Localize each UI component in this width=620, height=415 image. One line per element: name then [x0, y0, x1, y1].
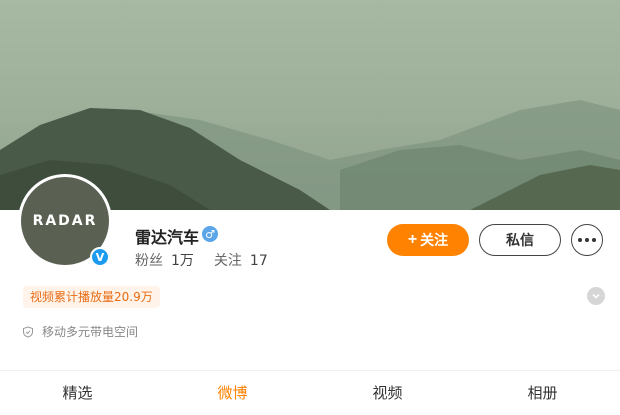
following-stat[interactable]: 关注 17	[214, 253, 268, 269]
dot-icon	[578, 238, 582, 242]
mountain-landscape	[0, 100, 620, 210]
profile-description: 移动多元带电空间	[22, 323, 138, 340]
radar-logo: RADAR	[32, 213, 98, 229]
more-options-button[interactable]	[571, 224, 603, 256]
tab-albums[interactable]: 相册	[465, 371, 620, 407]
fans-count: 1万	[171, 253, 194, 269]
following-label: 关注	[213, 253, 242, 269]
profile-stats: 粉丝 1万 关注 17	[135, 250, 268, 270]
dot-icon	[592, 238, 596, 242]
chevron-down-icon[interactable]	[587, 287, 605, 305]
male-icon: ♂	[202, 226, 218, 242]
profile-banner	[0, 0, 620, 210]
fans-stat[interactable]: 粉丝 1万	[135, 253, 194, 269]
profile-name: 雷达汽车	[135, 228, 200, 247]
video-play-count-badge: 视频累计播放量20.9万	[23, 286, 160, 308]
follow-button[interactable]: + 关注	[387, 224, 469, 256]
description-text: 移动多元带电空间	[42, 325, 139, 339]
profile-tabs: 精选 微博 视频 相册	[0, 370, 620, 407]
tab-featured[interactable]: 精选	[0, 371, 155, 407]
shield-icon	[23, 325, 33, 338]
tab-weibo[interactable]: 微博	[155, 371, 310, 407]
fans-label: 粉丝	[135, 253, 163, 269]
verified-icon: V	[90, 247, 110, 267]
tab-videos[interactable]: 视频	[310, 371, 465, 407]
message-button[interactable]: 私信	[479, 224, 561, 256]
following-count: 17	[249, 253, 268, 269]
plus-icon: +	[407, 231, 418, 248]
follow-label: 关注	[420, 232, 449, 248]
dot-icon	[585, 238, 589, 242]
